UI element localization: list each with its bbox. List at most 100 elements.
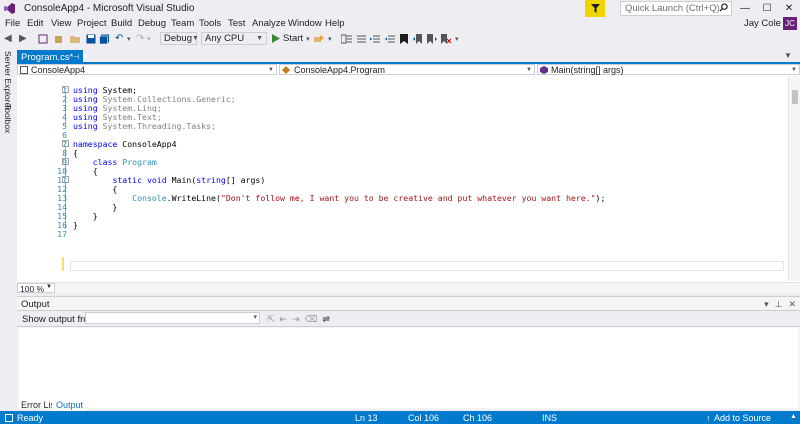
toolbar-options-icon[interactable]: ▾ — [455, 33, 459, 44]
code-line[interactable]: 14 } — [17, 202, 787, 212]
code-line[interactable]: 11 static void Main(string[] args) — [17, 175, 787, 185]
code-line[interactable]: 4 using System.Text; — [17, 112, 787, 122]
menu-project[interactable]: Project — [77, 18, 107, 29]
search-icon — [719, 3, 728, 12]
chevron-down-icon: ▼ — [256, 35, 263, 42]
chevron-down-icon: ▾ — [306, 35, 310, 43]
tab-output[interactable]: Output — [52, 399, 88, 411]
menu-file[interactable]: File — [5, 18, 20, 29]
previous-message-icon[interactable]: ⇤ — [280, 314, 288, 325]
menu-view[interactable]: View — [51, 18, 71, 29]
window-position-icon[interactable]: ▾ — [764, 299, 769, 310]
code-line[interactable]: 15 } — [17, 211, 787, 221]
undo-icon[interactable]: ↶ — [115, 33, 123, 44]
project-nav-select[interactable]: ConsoleApp4 ▼ — [17, 64, 277, 75]
menu-help[interactable]: Help — [325, 18, 345, 29]
code-line[interactable]: 9 class Program — [17, 157, 787, 167]
code-line[interactable]: 13 Console.WriteLine("Don't follow me, I… — [17, 193, 787, 203]
next-bookmark-icon[interactable] — [427, 33, 437, 44]
close-icon[interactable]: ✕ — [82, 53, 88, 61]
align-icon[interactable] — [341, 33, 352, 44]
notifications-button[interactable] — [585, 0, 605, 17]
type-nav-value: ConsoleApp4.Program — [294, 64, 386, 75]
solution-explorer-icon[interactable] — [38, 33, 48, 44]
ready-icon — [5, 414, 13, 422]
line-number: 17 — [57, 229, 67, 239]
user-name[interactable]: Jay Cole — [744, 18, 781, 29]
redo-icon[interactable]: ↷ — [136, 33, 144, 44]
close-icon[interactable]: ✕ — [788, 299, 796, 310]
menu-edit[interactable]: Edit — [27, 18, 43, 29]
code-line[interactable]: 16} — [17, 220, 787, 230]
minimize-button[interactable]: — — [734, 0, 756, 17]
indent-icon[interactable] — [370, 33, 381, 44]
save-icon[interactable] — [86, 33, 96, 44]
maximize-button[interactable]: ☐ — [756, 0, 778, 17]
redo-dropdown-icon[interactable]: ▾ — [147, 33, 151, 44]
zoom-select[interactable]: 100 % ▼ — [17, 283, 55, 294]
chevron-down-icon[interactable]: ▾ — [328, 33, 332, 44]
uncomment-icon[interactable] — [356, 33, 367, 44]
undo-dropdown-icon[interactable]: ▾ — [127, 33, 131, 44]
save-all-icon[interactable] — [99, 33, 110, 44]
find-message-icon[interactable]: ⇱ — [267, 314, 275, 325]
code-line[interactable]: 10 { — [17, 166, 787, 176]
status-ready: Ready — [17, 413, 44, 423]
avatar[interactable]: JC — [783, 17, 797, 30]
open-file-icon[interactable] — [70, 33, 80, 44]
close-button[interactable]: ✕ — [778, 0, 800, 17]
chevron-down-icon: ▾ — [253, 314, 257, 321]
code-line[interactable]: 12 { — [17, 184, 787, 194]
code-editor[interactable]: ConsoleApp4 ▼ ConsoleApp4.Program ▼ Main… — [17, 64, 800, 294]
back-icon[interactable]: ◀ — [4, 33, 12, 44]
new-project-icon[interactable] — [54, 33, 64, 44]
platform-select[interactable]: Any CPU ▼ — [201, 32, 267, 45]
previous-bookmark-icon[interactable] — [413, 33, 423, 44]
tab-overflow-icon[interactable]: ▼ — [784, 51, 792, 60]
browser-link-icon[interactable] — [314, 33, 325, 44]
code-line[interactable]: 17 — [17, 229, 787, 239]
pin-icon[interactable]: ⊣ — [73, 53, 79, 61]
next-message-icon[interactable]: ⇥ — [292, 314, 300, 325]
menu-window[interactable]: Window — [288, 18, 322, 29]
code-line[interactable]: 8{ — [17, 148, 787, 158]
word-wrap-icon[interactable]: ⇌ — [322, 314, 330, 325]
menu-tools[interactable]: Tools — [199, 18, 221, 29]
toolbox-tab[interactable]: Toolbox — [3, 104, 13, 133]
menu-test[interactable]: Test — [228, 18, 245, 29]
type-nav-select[interactable]: ConsoleApp4.Program ▼ — [279, 64, 535, 75]
outdent-icon[interactable] — [385, 33, 396, 44]
configuration-select[interactable]: Debug ▼ — [160, 32, 199, 45]
changed-line-marker — [62, 257, 64, 271]
code-line[interactable]: 7 namespace ConsoleApp4 — [17, 139, 787, 149]
member-nav-select[interactable]: Main(string[] args) ▼ — [537, 64, 800, 75]
output-panel-title: Output — [21, 299, 50, 310]
forward-icon[interactable]: ▶ — [19, 33, 27, 44]
platform-value: Any CPU — [205, 33, 245, 44]
chevron-down-icon: ▼ — [268, 66, 274, 73]
code-line[interactable]: 1 using System; — [17, 85, 787, 95]
output-text-area[interactable] — [19, 328, 798, 408]
bookmark-icon[interactable] — [400, 33, 408, 44]
start-button[interactable]: Start ▾ — [272, 32, 310, 45]
code-line[interactable]: 5 using System.Threading.Tasks; — [17, 121, 787, 131]
pin-icon[interactable]: ⊥ — [775, 299, 783, 310]
clear-bookmarks-icon[interactable] — [441, 33, 451, 44]
member-nav-value: Main(string[] args) — [551, 64, 624, 75]
menu-debug[interactable]: Debug — [138, 18, 166, 29]
add-to-source-control-button[interactable]: Add to Source Control — [714, 413, 800, 424]
server-explorer-tab[interactable]: Server Explorer — [3, 51, 13, 110]
code-line[interactable]: 3 using System.Linq; — [17, 103, 787, 113]
vertical-scrollbar[interactable] — [788, 76, 800, 281]
menu-team[interactable]: Team — [171, 18, 194, 29]
menu-build[interactable]: Build — [111, 18, 132, 29]
clear-all-icon[interactable]: ⌫ — [305, 314, 318, 325]
scrollbar-thumb[interactable] — [792, 90, 798, 104]
output-source-select[interactable]: ▾ — [85, 312, 260, 324]
quick-launch-input[interactable]: Quick Launch (Ctrl+Q) — [620, 1, 732, 16]
code-line[interactable]: 2 using System.Collections.Generic; — [17, 94, 787, 104]
menu-analyze[interactable]: Analyze — [252, 18, 286, 29]
code-area[interactable]: - - - - 1 using System; 2 using System.Coll… — [17, 76, 787, 281]
zoom-value: 100 % — [20, 284, 45, 294]
code-line[interactable]: 6 — [17, 130, 787, 140]
